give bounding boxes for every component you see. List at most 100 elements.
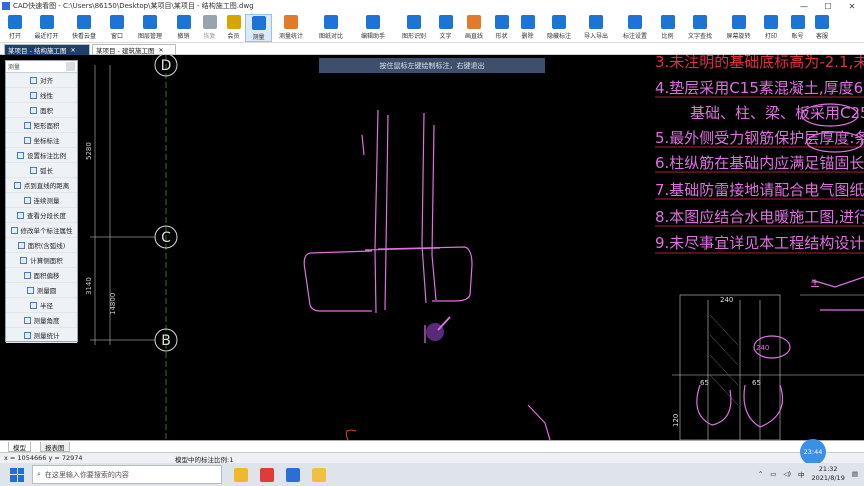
cad-viewer-icon[interactable] (286, 467, 300, 482)
eraser-icon (520, 15, 535, 29)
toolbar-label: 撤销 (177, 33, 190, 40)
panel-collapse-button[interactable] (66, 62, 75, 71)
measure-tool-item[interactable]: 弧长 (6, 163, 77, 178)
measure-tool-item[interactable]: 面积 (6, 103, 77, 118)
toolbar-label: 恢复 (203, 33, 216, 40)
measure-tool-item[interactable]: 查看分段长度 (6, 208, 77, 223)
measure-tool-item[interactable]: 连续测量 (6, 193, 77, 208)
measure-tool-item[interactable]: 半径 (6, 298, 77, 313)
toolbar-button-4[interactable]: 图层管理 (131, 14, 169, 42)
toolbar-label: 文字查找 (687, 33, 712, 40)
measure-tool-icon (23, 316, 31, 324)
measure-tool-item[interactable]: 线性 (6, 88, 77, 103)
note-8: 8.本图应结合水电暖施工图,进行洞口预 (655, 208, 864, 226)
measure-tool-item[interactable]: 测量角度 (6, 313, 77, 328)
recording-timer-badge[interactable]: 23:44 (800, 439, 826, 465)
toolbar-button-19[interactable]: 标注设置 (616, 14, 654, 42)
taskbar-clock[interactable]: 21:32 2021/8/19 (812, 465, 845, 483)
toolbar-button-21[interactable]: 文字查找 (681, 14, 719, 42)
toolbar-button-24[interactable]: 账号 (785, 14, 810, 42)
measure-tool-item[interactable]: 设置标注比例 (6, 148, 77, 163)
file-explorer-icon[interactable] (234, 467, 248, 482)
dim-14800: 14800 (109, 293, 117, 315)
measure-tool-label: 面积 (40, 107, 53, 115)
measure-tool-item[interactable]: 点到直线的距离 (6, 178, 77, 193)
toolbar-button-20[interactable]: 比例 (654, 14, 681, 42)
toolbar-button-7[interactable]: 会员 (222, 14, 245, 42)
toolbar-button-10[interactable]: 图纸对比 (312, 14, 350, 42)
toolbar-button-2[interactable]: 快看云盘 (65, 14, 103, 42)
measure-tool-item[interactable]: 矩形面积 (6, 118, 77, 133)
tray-chevron-icon[interactable]: ⌃ (758, 470, 763, 478)
note-4: 4.垫层采用C15素混凝土,厚度60mm (655, 79, 864, 97)
toolbar-button-6[interactable]: 恢复 (197, 14, 222, 42)
measure-tool-item[interactable]: 计算侧面积 (6, 253, 77, 268)
toolbar-label: 隐藏标注 (546, 33, 571, 40)
toolbar-button-14[interactable]: 画直线 (459, 14, 489, 42)
tab-label: 某项目 - 建筑施工图 (96, 47, 155, 55)
note-3: 3.未注明的基础底标高为-2.1,未注明的 (655, 55, 864, 71)
toolbar-button-18[interactable]: 导入导出 (577, 14, 615, 42)
close-tab-icon[interactable]: ✕ (70, 47, 75, 54)
measure-tool-item[interactable]: 测量圆 (6, 283, 77, 298)
maximize-button[interactable]: ☐ (816, 0, 840, 12)
dim-240-a: 240 (720, 296, 733, 304)
measure-tool-item[interactable]: 坐标标注 (6, 133, 77, 148)
windows-taskbar: ⌕ 在这里输入你要搜索的内容 ⌃ ▭ ◁) 中 21:32 2021/8/19 … (0, 463, 864, 486)
volume-icon[interactable]: ◁) (783, 470, 791, 478)
toolbar-button-16[interactable]: 删除 (514, 14, 541, 42)
measure-tool-item[interactable]: 测量统计 (6, 328, 77, 343)
note-7: 7.基础防雷接地请配合电气图纸施工。 (655, 181, 864, 199)
measure-tool-label: 坐标标注 (33, 137, 60, 145)
tab-model[interactable]: 模型 (8, 442, 31, 452)
tab-architecture-drawing[interactable]: 某项目 - 建筑施工图 ✕ (92, 44, 176, 55)
measure-tool-icon (23, 331, 31, 339)
toolbar-button-23[interactable]: 打印 (757, 14, 785, 42)
measure-tool-item[interactable]: 面积(含弧线) (6, 238, 77, 253)
ime-indicator[interactable]: 中 (798, 469, 805, 479)
toolbar-label: 最近打开 (34, 33, 59, 40)
measure-tool-icon (30, 106, 37, 114)
toolbar-button-9[interactable]: 测量统计 (272, 14, 310, 42)
minimize-button[interactable]: — (792, 0, 816, 12)
toolbar-button-13[interactable]: 文字 (432, 14, 459, 42)
toolbar-button-15[interactable]: 形状 (489, 14, 514, 42)
toolbar-button-8[interactable]: 测量 (245, 14, 272, 42)
toolbar-button-22[interactable]: 屏幕旋转 (720, 14, 757, 42)
toolbar-button-3[interactable]: 窗口 (103, 14, 131, 42)
toolbar-button-0[interactable]: 打开 (2, 14, 28, 42)
close-button[interactable]: ✕ (840, 0, 864, 12)
notes-icon[interactable] (312, 467, 326, 482)
drawing-canvas[interactable]: D C B 5280 3140 14800 3.未注明的基础底标高为-2.1,未… (0, 53, 864, 441)
measure-tool-icon (10, 226, 18, 234)
rotate-icon (731, 15, 746, 29)
grid-bubble-b: B (154, 328, 178, 352)
toolbar-button-11[interactable]: 编辑助手 (354, 14, 392, 42)
measure-tool-label: 查看分段长度 (27, 212, 66, 220)
measure-panel-header: 测量 (6, 61, 77, 73)
toolbar-button-1[interactable]: 最近打开 (28, 14, 65, 42)
toolbar-label: 客服 (815, 33, 828, 40)
toolbar-label: 打开 (8, 33, 21, 40)
measure-tool-item[interactable]: 面积偏移 (6, 268, 77, 283)
measure-tool-label: 半径 (40, 302, 53, 310)
windows-start-icon[interactable] (10, 467, 24, 482)
tab-report[interactable]: 报表图 (40, 442, 70, 452)
close-tab-icon[interactable]: ✕ (158, 47, 163, 54)
toolbar-label: 图形识别 (401, 33, 426, 40)
find-icon (693, 15, 707, 29)
status-bar: x = 1054666 y = 72974 模型中的标注比例:1 (0, 452, 864, 464)
taskbar-search-input[interactable]: ⌕ 在这里输入你要搜索的内容 (32, 465, 222, 484)
toolbar-button-12[interactable]: 图形识别 (396, 14, 432, 42)
toolbar-label: 图纸对比 (318, 33, 343, 40)
measure-tool-item[interactable]: 修改单个标注属性 (6, 223, 77, 238)
toolbar-button-17[interactable]: 隐藏标注 (541, 14, 577, 42)
toolbar-button-5[interactable]: 撤销 (170, 14, 197, 42)
notification-icon[interactable]: ▤ (852, 470, 858, 478)
measure-tool-item[interactable]: 对齐 (6, 73, 77, 88)
network-icon[interactable]: ▭ (770, 470, 776, 478)
toolbar-button-25[interactable]: 客服 (810, 14, 834, 42)
toolbar-label: 画直线 (464, 33, 483, 40)
tab-structure-drawing[interactable]: 某项目 - 结构施工图 ✕ (4, 44, 90, 55)
wps-icon[interactable] (260, 467, 274, 482)
